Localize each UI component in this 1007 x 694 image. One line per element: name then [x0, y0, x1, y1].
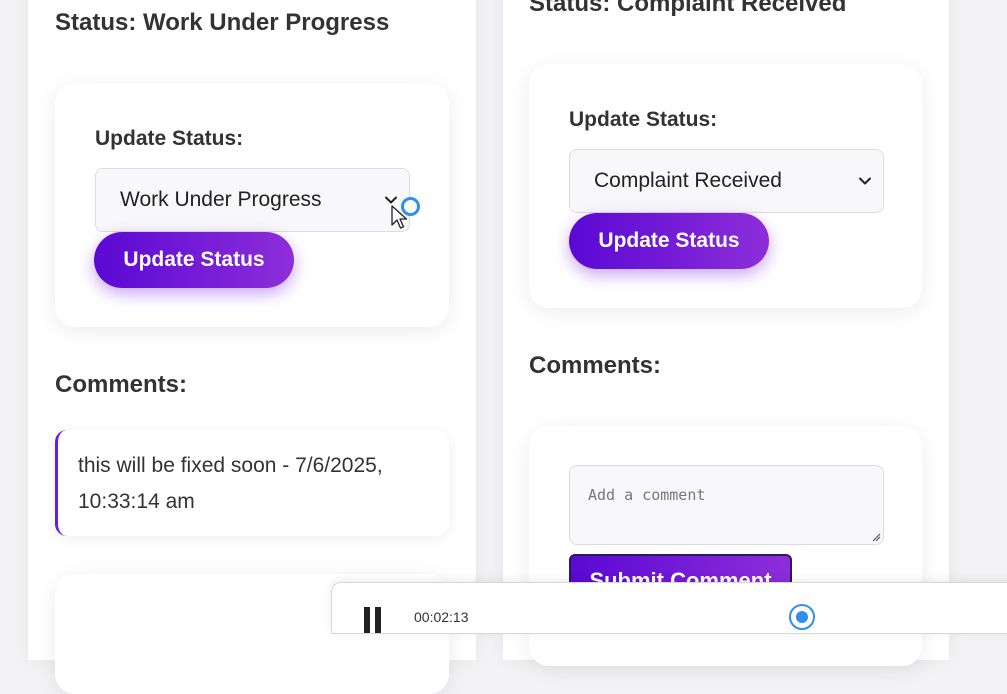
- comment-text: this will be fixed soon - 7/6/2025, 10:3…: [78, 454, 383, 513]
- mouse-cursor-icon: [391, 205, 408, 229]
- pause-icon[interactable]: [362, 607, 384, 633]
- update-status-button[interactable]: Update Status: [94, 232, 294, 288]
- recording-control-bar: 00:02:13: [331, 582, 1007, 634]
- update-status-button[interactable]: Update Status: [569, 213, 769, 269]
- comments-heading: Comments:: [529, 352, 662, 379]
- complaint-panel-right: Status: Complaint Received Update Status…: [503, 0, 949, 666]
- status-select-value: Work Under Progress: [120, 188, 322, 211]
- update-status-card: Update Status: Complaint Received Update…: [529, 64, 922, 308]
- complaint-panel-left: Status: Work Under Progress Update Statu…: [28, 0, 476, 694]
- comment-item: this will be fixed soon - 7/6/2025, 10:3…: [55, 430, 449, 536]
- record-indicator-icon[interactable]: [788, 603, 816, 631]
- status-select[interactable]: Work Under Progress: [95, 168, 410, 232]
- update-status-label: Update Status:: [95, 127, 244, 150]
- comment-textarea[interactable]: Add a comment: [569, 465, 884, 545]
- comments-heading: Comments:: [55, 371, 188, 398]
- status-heading: Status: Work Under Progress: [55, 9, 390, 36]
- resize-handle-icon[interactable]: [871, 532, 881, 542]
- status-select-value: Complaint Received: [594, 169, 782, 192]
- recording-time: 00:02:13: [414, 609, 469, 625]
- status-heading: Status: Complaint Received: [529, 0, 847, 17]
- status-select[interactable]: Complaint Received: [569, 149, 884, 213]
- update-status-label: Update Status:: [569, 108, 718, 131]
- chevron-down-icon: [859, 177, 871, 185]
- comment-placeholder: Add a comment: [588, 486, 706, 504]
- update-status-card: Update Status: Work Under Progress Updat…: [55, 83, 449, 327]
